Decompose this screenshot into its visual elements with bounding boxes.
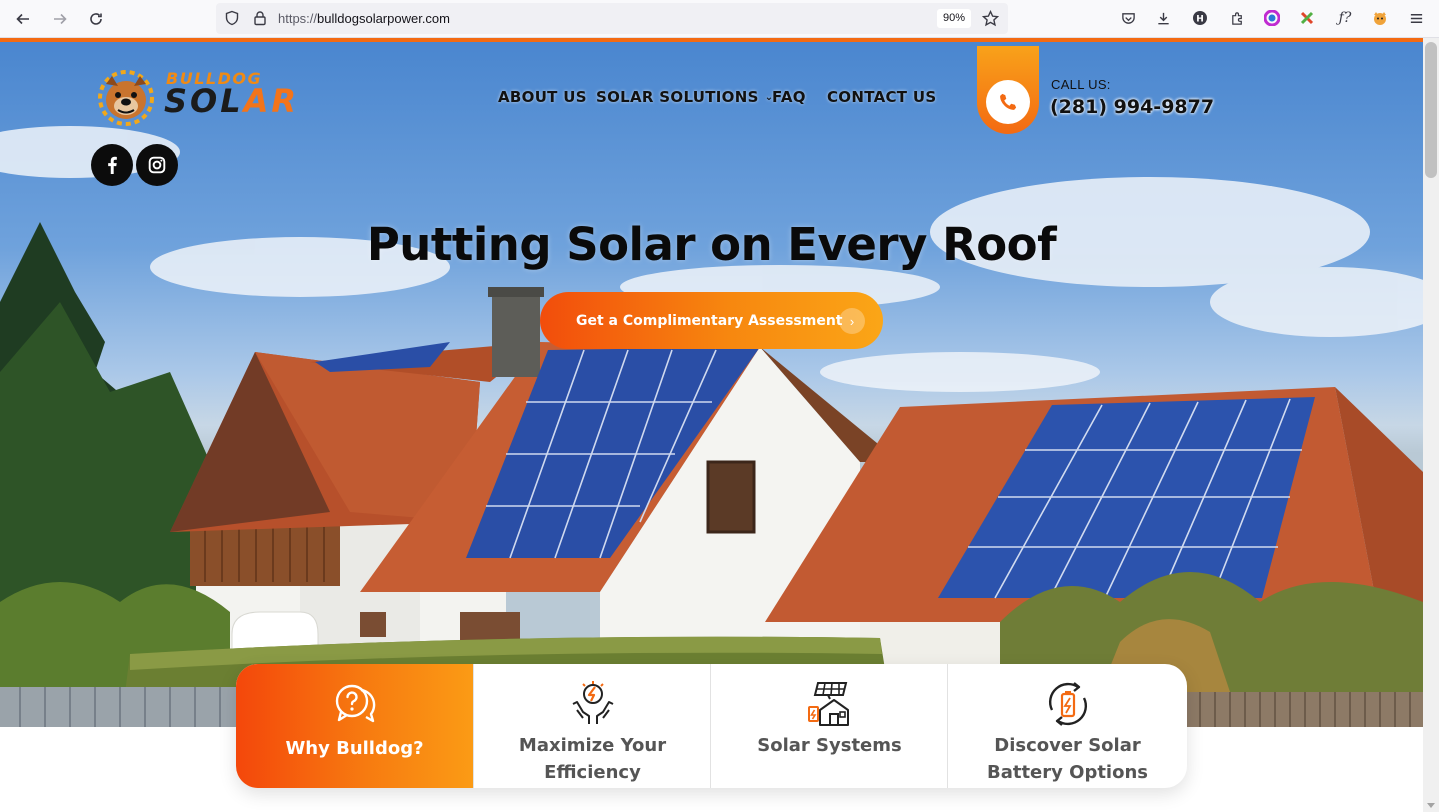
url-protocol: https://: [278, 11, 318, 26]
feature-battery-options[interactable]: Discover Solar Battery Options: [947, 664, 1187, 788]
web-page: BULLDOG SOLAR ABOUT US SOLAR SOLUTIONS ⌄ …: [0, 38, 1423, 812]
url-text[interactable]: https://bulldogsolarpower.com: [278, 11, 450, 26]
logo-text-sol: SOL: [164, 82, 244, 120]
nav-contact-us[interactable]: CONTACT US: [827, 88, 936, 106]
font-finder-icon[interactable]: ƒ?: [1336, 9, 1354, 27]
solar-house-icon: [807, 682, 849, 726]
forward-arrow-icon: [54, 13, 67, 25]
url-host: bulldogsolarpower.com: [317, 11, 450, 26]
color-picker-extension-icon[interactable]: [1263, 9, 1281, 27]
feature-why-bulldog[interactable]: Why Bulldog?: [236, 664, 473, 788]
logo-text-ar: AR: [243, 82, 300, 120]
call-us-label: CALL US:: [1051, 77, 1111, 92]
extension-h-icon[interactable]: H: [1191, 9, 1209, 27]
facebook-link[interactable]: [91, 144, 133, 186]
feature-label-line2: Battery Options: [986, 762, 1148, 783]
reload-button[interactable]: [84, 7, 108, 31]
tracking-shield-icon[interactable]: [224, 10, 240, 26]
cross-extension-icon[interactable]: [1298, 9, 1316, 27]
extensions-puzzle-icon[interactable]: [1228, 9, 1246, 27]
back-button[interactable]: [11, 7, 35, 31]
nav-about-us[interactable]: ABOUT US: [498, 88, 587, 106]
forward-button[interactable]: [48, 7, 72, 31]
phone-icon: [1000, 93, 1017, 110]
pocket-icon[interactable]: [1119, 9, 1137, 27]
feature-maximize-efficiency[interactable]: Maximize Your Efficiency: [473, 664, 711, 788]
cta-label: Get a Complimentary Assessment: [576, 312, 843, 329]
svg-text:H: H: [1196, 15, 1204, 25]
address-bar[interactable]: https://bulldogsolarpower.com 90%: [216, 3, 1008, 34]
feature-cards: Why Bulldog? Maximize Your Efficiency So…: [236, 664, 1187, 788]
chevron-right-icon: ›: [839, 308, 865, 334]
hero-house-photo: [0, 126, 1423, 727]
downloads-icon[interactable]: [1154, 9, 1172, 27]
complimentary-assessment-button[interactable]: Get a Complimentary Assessment ›: [540, 292, 883, 349]
bulldog-solar-logo[interactable]: BULLDOG SOLAR: [94, 68, 316, 128]
feature-label-line2: Efficiency: [544, 762, 641, 783]
hero-title: Putting Solar on Every Roof: [366, 218, 1057, 271]
nav-faq[interactable]: FAQ: [772, 88, 806, 106]
feature-label-line1: Discover Solar: [994, 735, 1141, 756]
page-scrollbar[interactable]: [1423, 38, 1439, 812]
facebook-icon: [108, 156, 117, 174]
bookmark-star-icon[interactable]: [982, 10, 999, 27]
browser-toolbar: https://bulldogsolarpower.com 90% H ƒ?: [0, 0, 1439, 38]
feature-label: Why Bulldog?: [285, 738, 424, 759]
energy-hands-icon: [572, 681, 613, 724]
phone-number-link[interactable]: (281) 994-9877: [1050, 96, 1214, 118]
logo-text-solar: SOLAR: [164, 82, 299, 120]
instagram-link[interactable]: [136, 144, 178, 186]
back-arrow-icon: [16, 13, 29, 25]
battery-cycle-icon: [1048, 682, 1087, 726]
zoom-level-badge[interactable]: 90%: [937, 9, 972, 28]
feature-label-line1: Maximize Your: [518, 735, 667, 756]
nav-solar-solutions-label: SOLAR SOLUTIONS: [596, 88, 759, 106]
menu-hamburger-icon[interactable]: [1407, 9, 1425, 27]
nav-solar-solutions[interactable]: SOLAR SOLUTIONS ⌄: [596, 88, 773, 106]
question-bubble-icon: [335, 684, 375, 723]
bulldog-mascot-icon: [98, 70, 154, 126]
instagram-icon: [148, 156, 166, 174]
phone-button[interactable]: [986, 80, 1030, 124]
feature-label: Solar Systems: [757, 735, 902, 756]
reload-icon: [90, 13, 102, 25]
scroll-down-arrow-icon[interactable]: [1427, 803, 1435, 808]
hero-section: BULLDOG SOLAR ABOUT US SOLAR SOLUTIONS ⌄ …: [0, 42, 1423, 727]
lock-icon[interactable]: [252, 10, 268, 26]
scrollbar-thumb[interactable]: [1425, 42, 1437, 178]
feature-solar-systems[interactable]: Solar Systems: [710, 664, 948, 788]
dog-extension-icon[interactable]: [1371, 9, 1389, 27]
